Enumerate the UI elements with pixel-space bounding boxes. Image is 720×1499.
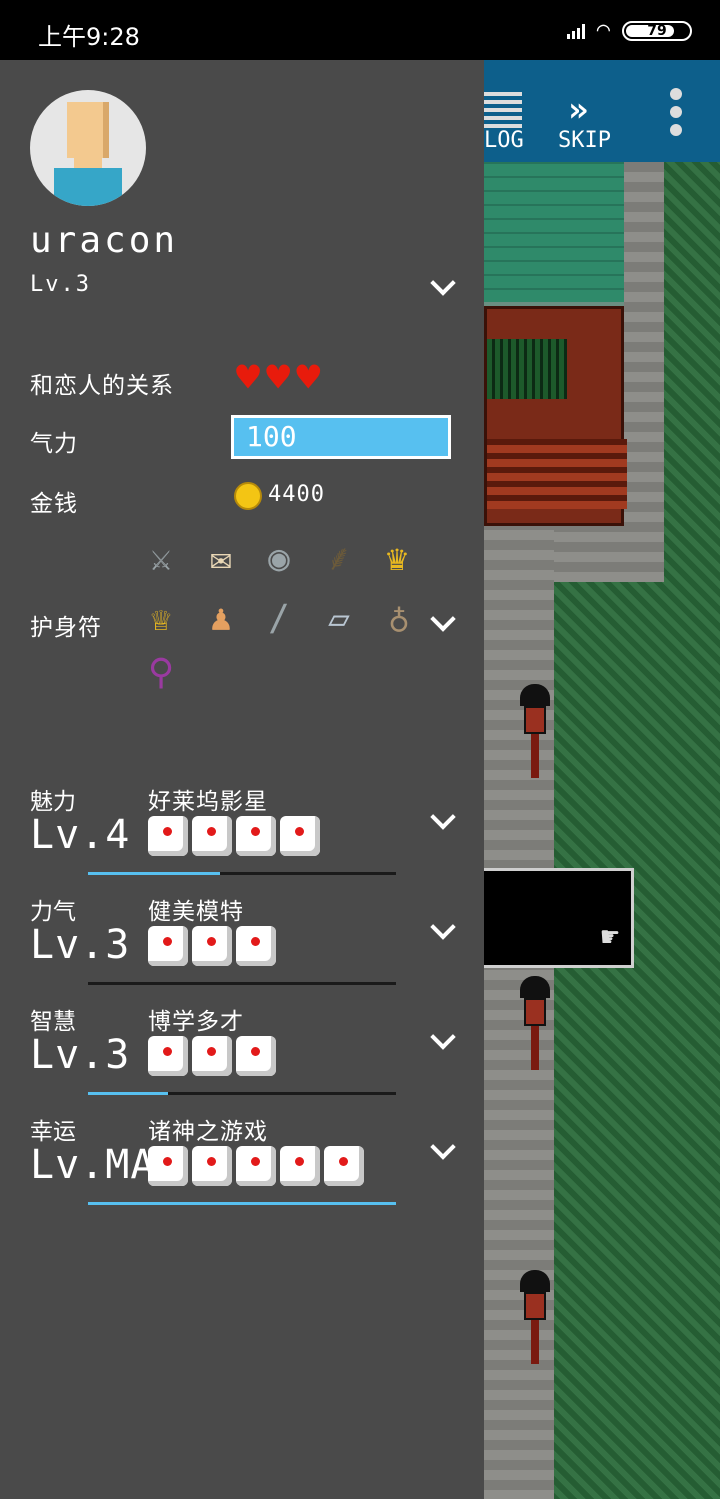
dice-row — [148, 1146, 364, 1186]
temple-roof — [484, 162, 624, 306]
dice-icon — [280, 816, 320, 856]
status-icons: ◠ 79 — [566, 18, 692, 44]
dice-icon — [236, 1036, 276, 1076]
relationship-label: 和恋人的关系 — [30, 373, 174, 399]
stat-name: 智慧 — [30, 1009, 76, 1035]
dice-row — [148, 1036, 276, 1076]
skip-label: SKIP — [558, 128, 611, 153]
heart-icon: ♥ — [266, 355, 291, 401]
dice-icon — [148, 1146, 188, 1186]
dice-icon — [236, 816, 276, 856]
more-vertical-icon — [666, 88, 686, 136]
dice-icon — [148, 816, 188, 856]
statue-icon[interactable]: ♟ — [200, 598, 242, 640]
game-toolbar: LOG » SKIP — [484, 60, 720, 162]
stat-level: Lv.3 — [30, 1032, 131, 1078]
chevron-down-icon[interactable] — [430, 914, 456, 940]
stat-progress-bar — [88, 982, 396, 985]
dice-icon — [192, 1036, 232, 1076]
dice-icon — [280, 1146, 320, 1186]
clay-figure-icon[interactable]: ♁ — [378, 598, 420, 640]
pointer-hand-icon: ☛ — [600, 920, 619, 955]
stat-progress-bar — [88, 1202, 396, 1205]
stat-name: 幸运 — [30, 1119, 76, 1145]
chevron-down-icon[interactable] — [430, 804, 456, 830]
coin-icon — [234, 482, 262, 510]
signal-icon — [566, 23, 585, 39]
sword-icon[interactable]: ⚔ — [140, 538, 182, 580]
dice-row — [148, 816, 320, 856]
dialog-box[interactable]: ☛ — [484, 868, 634, 968]
fast-forward-icon: » — [568, 90, 589, 130]
stone-lantern — [520, 976, 550, 1072]
branch-icon[interactable]: ⸙ — [318, 538, 360, 580]
heart-icon: ♥ — [296, 355, 321, 401]
stat-name: 力气 — [30, 899, 76, 925]
relationship-hearts: ♥ ♥ ♥ — [236, 358, 320, 398]
stamina-label: 气力 — [30, 431, 78, 457]
username: uracon — [30, 220, 179, 261]
money-value: 4400 — [268, 482, 325, 507]
charms-label: 护身符 — [30, 615, 102, 641]
stat-progress-bar — [88, 1092, 396, 1095]
scroll-icon[interactable]: ✉ — [200, 538, 242, 580]
skip-button[interactable]: » SKIP — [556, 60, 626, 162]
battery-icon: 79 — [622, 21, 692, 41]
stat-title: 诸神之游戏 — [148, 1119, 268, 1145]
dice-icon — [324, 1146, 364, 1186]
dice-row — [148, 926, 276, 966]
dice-vial-icon[interactable]: ▱ — [318, 598, 360, 640]
dice-icon — [236, 1146, 276, 1186]
status-time: 上午9:28 — [38, 23, 140, 51]
status-drawer: uracon Lv.3 和恋人的关系 ♥ ♥ ♥ 气力 100 金钱 4400 … — [0, 60, 484, 1499]
log-icon — [484, 88, 522, 128]
dice-icon — [148, 1036, 188, 1076]
dice-icon — [192, 1146, 232, 1186]
chevron-down-icon[interactable] — [430, 1134, 456, 1160]
status-bar: 上午9:28 ◠ 79 — [0, 0, 720, 60]
log-label: LOG — [484, 128, 524, 153]
stat-title: 好莱坞影星 — [148, 789, 268, 815]
battery-level: 79 — [647, 23, 667, 39]
mirror-icon[interactable]: ◉ — [258, 538, 300, 580]
stone-lantern — [520, 1270, 550, 1366]
log-button[interactable]: LOG — [484, 60, 544, 162]
stat-title: 博学多才 — [148, 1009, 244, 1035]
stat-title: 健美模特 — [148, 899, 244, 925]
temple-building — [484, 306, 627, 526]
dice-icon — [148, 926, 188, 966]
chevron-down-icon[interactable] — [430, 606, 456, 632]
chevron-down-icon[interactable] — [430, 1024, 456, 1050]
heart-icon: ♥ — [236, 355, 261, 401]
stat-name: 魅力 — [30, 789, 76, 815]
game-view[interactable]: ☛ LOG » SKIP — [484, 60, 720, 1499]
chevron-down-icon[interactable] — [430, 270, 456, 296]
tiara-icon[interactable]: ♕ — [140, 598, 182, 640]
player-level: Lv.3 — [30, 272, 91, 297]
stat-level: Lv.3 — [30, 922, 131, 968]
dice-icon — [192, 926, 232, 966]
more-menu-button[interactable] — [666, 88, 686, 136]
dice-icon — [192, 816, 232, 856]
stat-level: Lv.4 — [30, 812, 131, 858]
wifi-icon: ◠ — [596, 18, 610, 43]
blade-icon[interactable]: ∕ — [258, 598, 300, 640]
stone-lantern — [520, 684, 550, 780]
stamina-value: 100 — [231, 415, 451, 459]
stat-progress-bar — [88, 872, 396, 875]
crown-icon[interactable]: ♛ — [376, 538, 418, 580]
temple-window — [487, 339, 567, 399]
avatar[interactable] — [30, 90, 146, 206]
pendant-icon[interactable]: ⚲ — [140, 652, 182, 694]
money-label: 金钱 — [30, 491, 78, 517]
dice-icon — [236, 926, 276, 966]
temple-railing — [487, 439, 627, 509]
